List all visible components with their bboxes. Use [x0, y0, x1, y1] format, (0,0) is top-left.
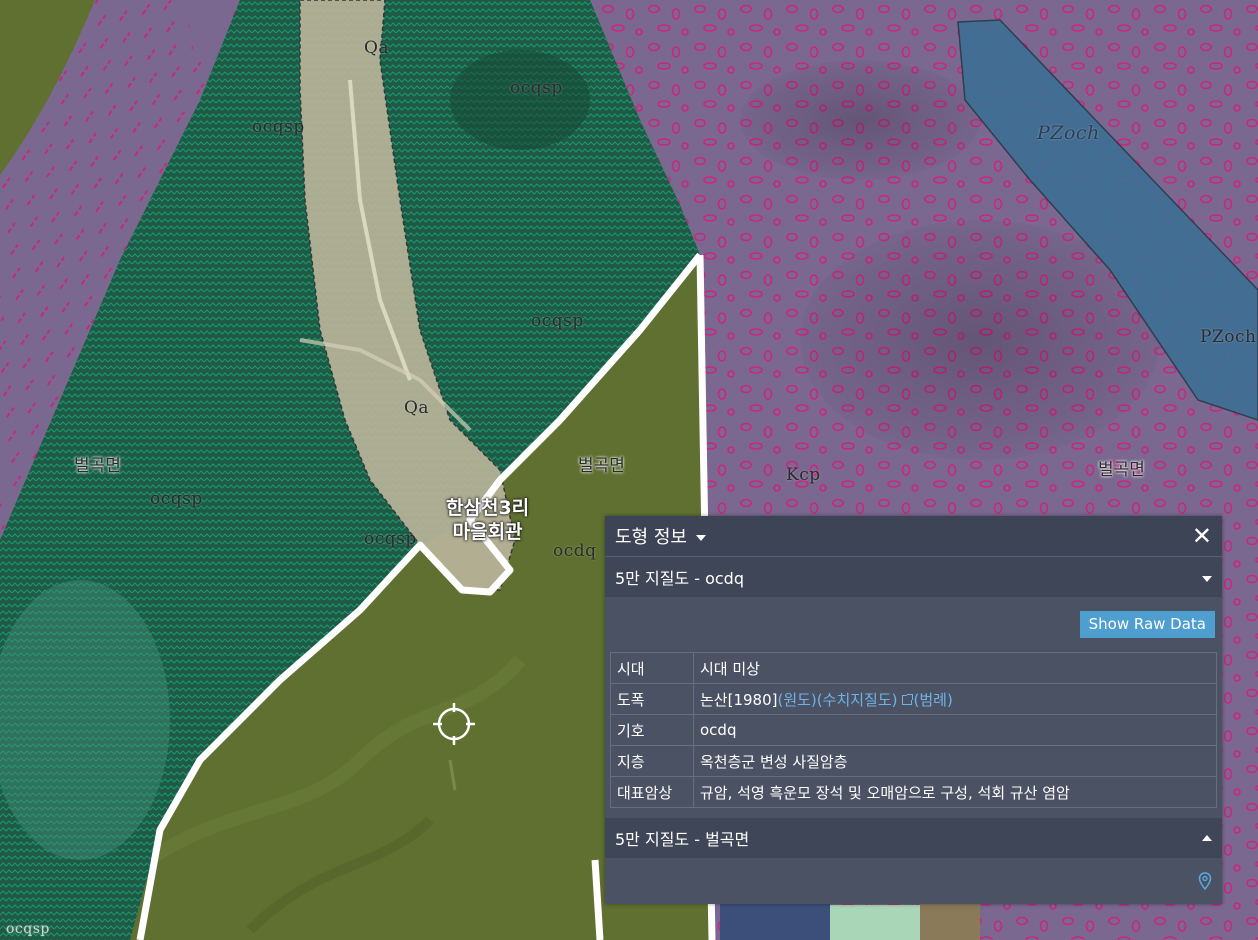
landmark-line2: 마을회관 — [452, 521, 523, 543]
table-row: 시대 시대 미상 — [610, 652, 1217, 684]
close-button[interactable]: ✕ — [1192, 524, 1212, 548]
panel-header: 도형 정보 ✕ — [605, 516, 1222, 557]
crosshair-icon — [433, 703, 475, 745]
unit-label-ocqsp: ocqsp — [252, 117, 305, 137]
unit-label-pzoch: PZoch — [1037, 122, 1100, 144]
table-row: 대표암상 규암, 석영 흑운모 장석 및 오매암으로 구성, 석회 규산 염암 — [610, 776, 1217, 808]
unit-label-qa: Qa — [404, 398, 430, 418]
row-key: 시대 — [610, 652, 694, 684]
row-value: 시대 미상 — [693, 652, 1217, 684]
digital-map-link[interactable]: (수치지질도) — [817, 691, 898, 709]
row-value: 옥천층군 변성 사질암층 — [693, 745, 1217, 777]
landmark-label: 한삼천3리 마을회관 — [446, 496, 529, 544]
unit-label-pzoch: PZoch — [1200, 327, 1257, 347]
chevron-down-icon[interactable] — [695, 534, 706, 541]
place-label: 벌곡면 — [1098, 460, 1145, 480]
unit-label-ocqsp: ocqsp — [150, 489, 203, 509]
row-value: 논산[1980](원도)(수치지질도) (범례) — [693, 683, 1217, 715]
place-label: 벌곡면 — [74, 456, 121, 476]
original-map-link[interactable]: (원도) — [777, 691, 816, 709]
layer-label: 5만 지질도 - 벌곡면 — [615, 830, 750, 849]
layer-section-beolgok: 5만 지질도 - 벌곡면 — [605, 818, 1222, 858]
row-key: 대표암상 — [610, 776, 694, 808]
table-row: 기호 ocdq — [610, 714, 1217, 746]
row-key: 도폭 — [610, 683, 694, 715]
unit-label-ocqsp: ocqsp — [364, 529, 417, 549]
feature-info-panel: 도형 정보 ✕ 5만 지질도 - ocdq Show Raw Data 시대 시… — [605, 516, 1222, 904]
row-value: ocdq — [693, 714, 1217, 746]
unit-label-ocdq: ocdq — [553, 541, 597, 561]
show-raw-data-button[interactable]: Show Raw Data — [1079, 611, 1215, 638]
unit-label-kcp: Kcp — [786, 465, 821, 485]
map-pin-icon[interactable] — [1198, 872, 1212, 890]
layer-label: 5만 지질도 - ocdq — [615, 569, 744, 588]
place-label: 벌곡면 — [578, 456, 625, 476]
row-value: 규암, 석영 흑운모 장석 및 오매암으로 구성, 석회 규산 염암 — [693, 776, 1217, 808]
chevron-up-icon[interactable] — [1202, 835, 1212, 841]
table-row: 지층 옥천층군 변성 사질암층 — [610, 745, 1217, 777]
unit-label-ocqsp: ocqsp — [531, 311, 584, 331]
row-key: 기호 — [610, 714, 694, 746]
row-key: 지층 — [610, 745, 694, 777]
landmark-line1: 한삼천3리 — [446, 497, 530, 519]
unit-label-qa: Qa — [364, 38, 390, 58]
layer-selector-beolgok[interactable]: 5만 지질도 - 벌곡면 — [605, 818, 1222, 858]
panel-title[interactable]: 도형 정보 — [615, 523, 687, 549]
unit-label-ocqsp: ocqsp — [6, 921, 50, 937]
legend-link[interactable]: (범례) — [914, 691, 953, 709]
unit-label-ocqsp: ocqsp — [510, 78, 563, 98]
layer-selector-ocdq[interactable]: 5만 지질도 - ocdq — [605, 557, 1222, 597]
button-row: Show Raw Data — [605, 597, 1222, 652]
external-link-icon — [901, 694, 913, 705]
chevron-down-icon[interactable] — [1202, 575, 1212, 582]
sheet-name: 논산[1980] — [700, 690, 778, 709]
table-row: 도폭 논산[1980](원도)(수치지질도) (범례) — [610, 683, 1217, 715]
attribute-table: 시대 시대 미상 도폭 논산[1980](원도)(수치지질도) (범례) 기호 o… — [610, 652, 1217, 808]
